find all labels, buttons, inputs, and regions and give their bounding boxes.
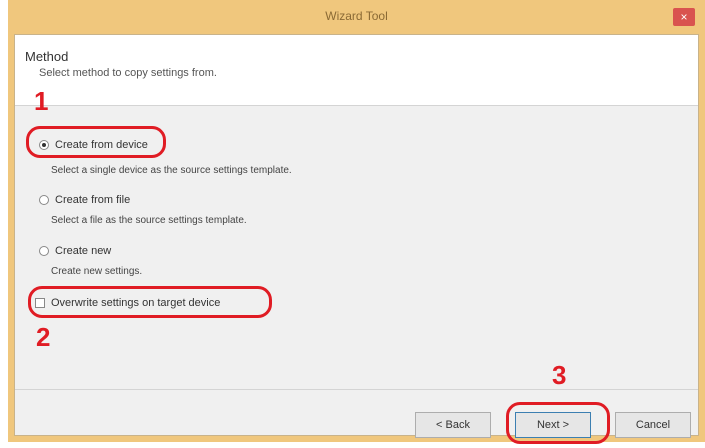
footer-divider [15,389,698,390]
window-title: Wizard Tool [325,9,388,23]
header-panel: Method Select method to copy settings fr… [15,35,698,106]
close-button[interactable]: × [673,8,695,26]
cancel-button[interactable]: Cancel [615,412,691,438]
highlight-step-2 [28,286,272,318]
step-number-2: 2 [36,322,51,352]
highlight-step-3 [506,402,610,444]
option-description: Select a file as the source settings tem… [51,215,247,226]
radio-icon[interactable] [39,195,49,205]
step-number-1: 1 [34,86,49,116]
back-button[interactable]: < Back [415,412,491,438]
radio-create-from-file[interactable]: Create from file [39,194,130,206]
highlight-step-1 [26,126,166,158]
dialog-window: Wizard Tool × Method Select method to co… [8,0,705,442]
radio-create-new[interactable]: Create new [39,245,111,257]
page-subtitle: Select method to copy settings from. [39,67,217,79]
dialog-client-area: Method Select method to copy settings fr… [14,34,699,438]
option-description: Select a single device as the source set… [51,165,292,176]
option-label: Create new [55,245,112,257]
option-description: Create new settings. [51,266,143,277]
page-title: Method [25,49,69,64]
step-number-3: 3 [552,360,567,390]
option-label: Create from file [55,194,131,206]
radio-icon[interactable] [39,246,49,256]
title-bar[interactable]: Wizard Tool × [8,0,705,34]
